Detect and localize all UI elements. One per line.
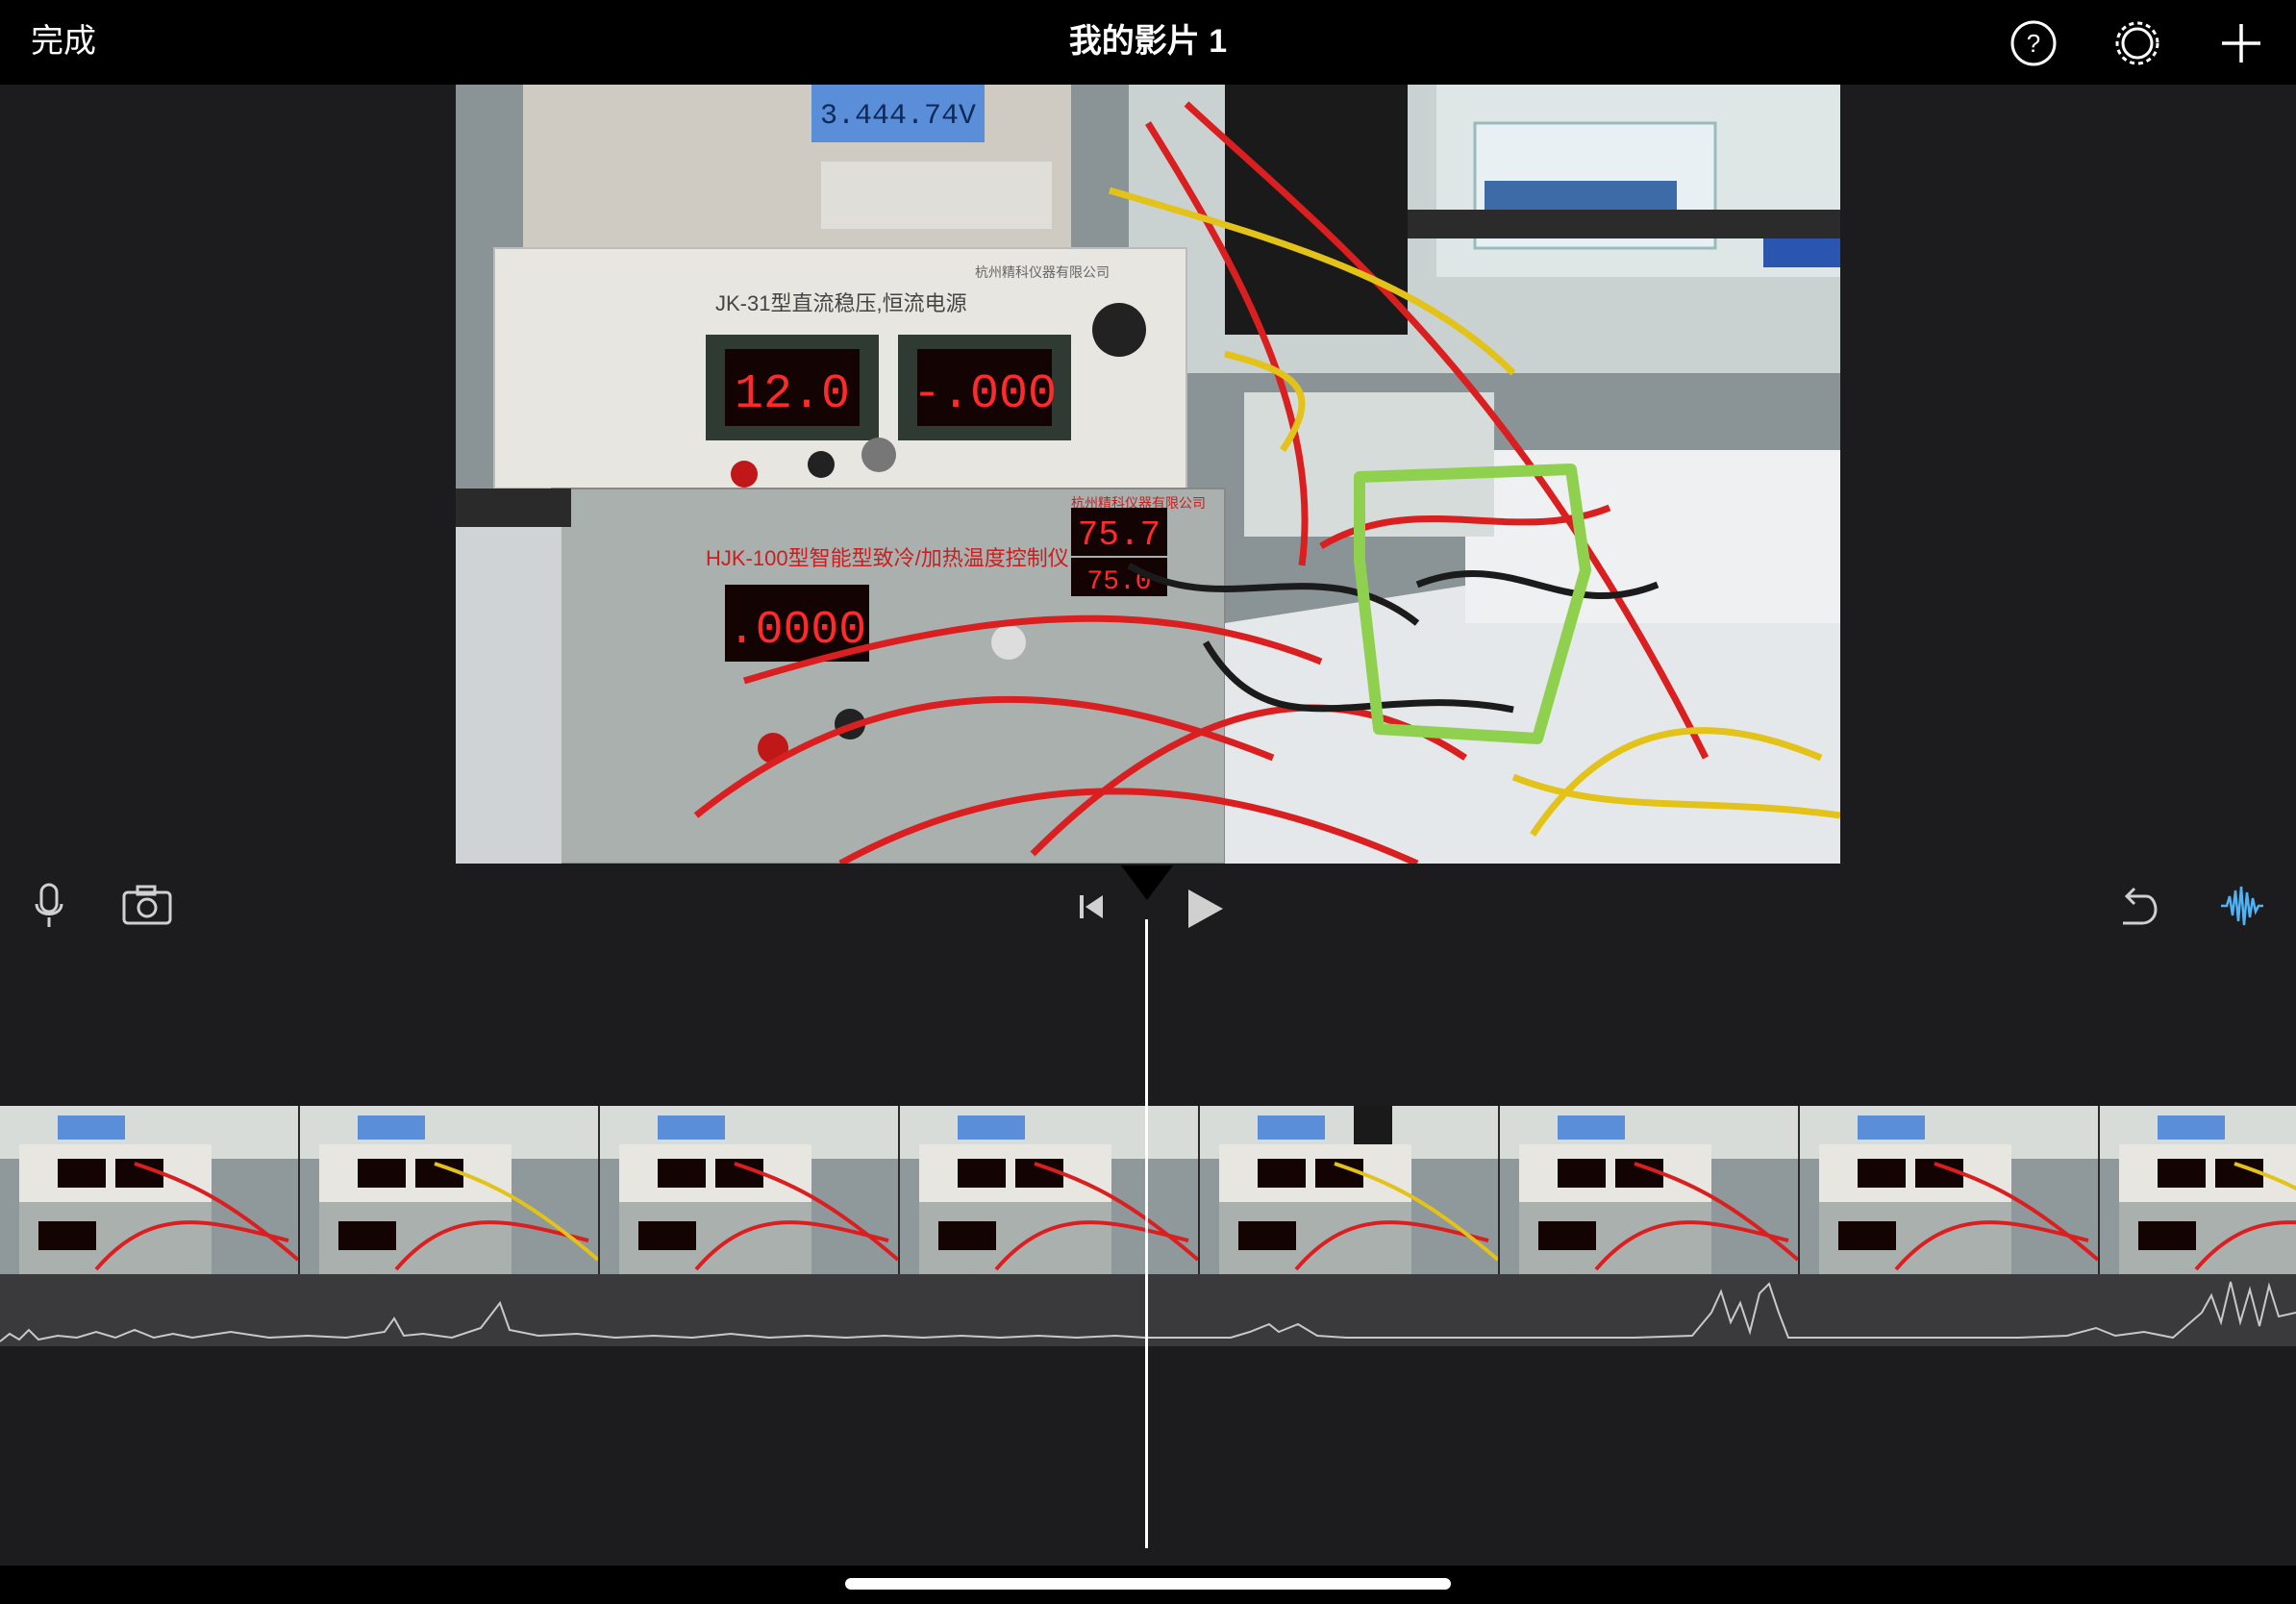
controller-reading: .0000 <box>728 605 866 657</box>
settings-icon[interactable] <box>2113 19 2161 67</box>
power-supply-label: JK-31型直流稳压,恒流电源 <box>715 291 967 315</box>
playhead[interactable] <box>1145 919 1148 1548</box>
skip-to-start-icon[interactable] <box>1077 892 1106 921</box>
filmstrip-frame <box>1800 1106 2100 1274</box>
filmstrip-frame <box>1500 1106 1800 1274</box>
filmstrip-frame <box>2100 1106 2296 1274</box>
video-viewer[interactable]: 3.444.74V JK-31型直流稳压,恒流电源 杭州精科仪器有限公司 12.… <box>456 85 1840 864</box>
video-frame: 3.444.74V JK-31型直流稳压,恒流电源 杭州精科仪器有限公司 12.… <box>456 85 1840 864</box>
filmstrip-frame <box>600 1106 900 1274</box>
undo-icon[interactable] <box>2115 885 2159 927</box>
filmstrip-frame <box>300 1106 600 1274</box>
add-icon[interactable] <box>2217 19 2265 67</box>
audio-waveform <box>0 1281 2296 1342</box>
preview-area: 3.444.74V JK-31型直流稳压,恒流电源 杭州精科仪器有限公司 12.… <box>0 85 2296 865</box>
voltage-reading: 12.0 <box>735 367 850 422</box>
playhead-cap[interactable] <box>1121 865 1173 900</box>
top-bar: 完成 我的影片 1 ? <box>0 0 2296 85</box>
multimeter-reading: 3.444.74V <box>820 100 976 133</box>
audio-track[interactable] <box>0 1274 2296 1346</box>
timeline-area <box>0 865 2296 1566</box>
current-reading: -.000 <box>912 367 1057 422</box>
audio-waveform-icon[interactable] <box>2219 883 2265 929</box>
camera-icon[interactable] <box>121 885 173 927</box>
project-title: 我的影片 1 <box>1068 23 1228 60</box>
play-icon[interactable] <box>1185 887 1227 931</box>
help-icon[interactable]: ? <box>2009 19 2058 67</box>
microphone-icon[interactable] <box>33 883 65 931</box>
filmstrip-frame <box>0 1106 300 1274</box>
bottom-bar <box>0 1566 2296 1604</box>
home-indicator[interactable] <box>845 1578 1451 1590</box>
controller-label: HJK-100型智能型致冷/加热温度控制仪 <box>706 546 1069 570</box>
temp-reading-1: 75.7 <box>1078 515 1160 555</box>
filmstrip-frame <box>900 1106 1200 1274</box>
power-supply-brand: 杭州精科仪器有限公司 <box>975 264 1110 280</box>
video-filmstrip[interactable] <box>0 1106 2296 1274</box>
svg-text:?: ? <box>2027 29 2040 58</box>
filmstrip-frame <box>1200 1106 1500 1274</box>
